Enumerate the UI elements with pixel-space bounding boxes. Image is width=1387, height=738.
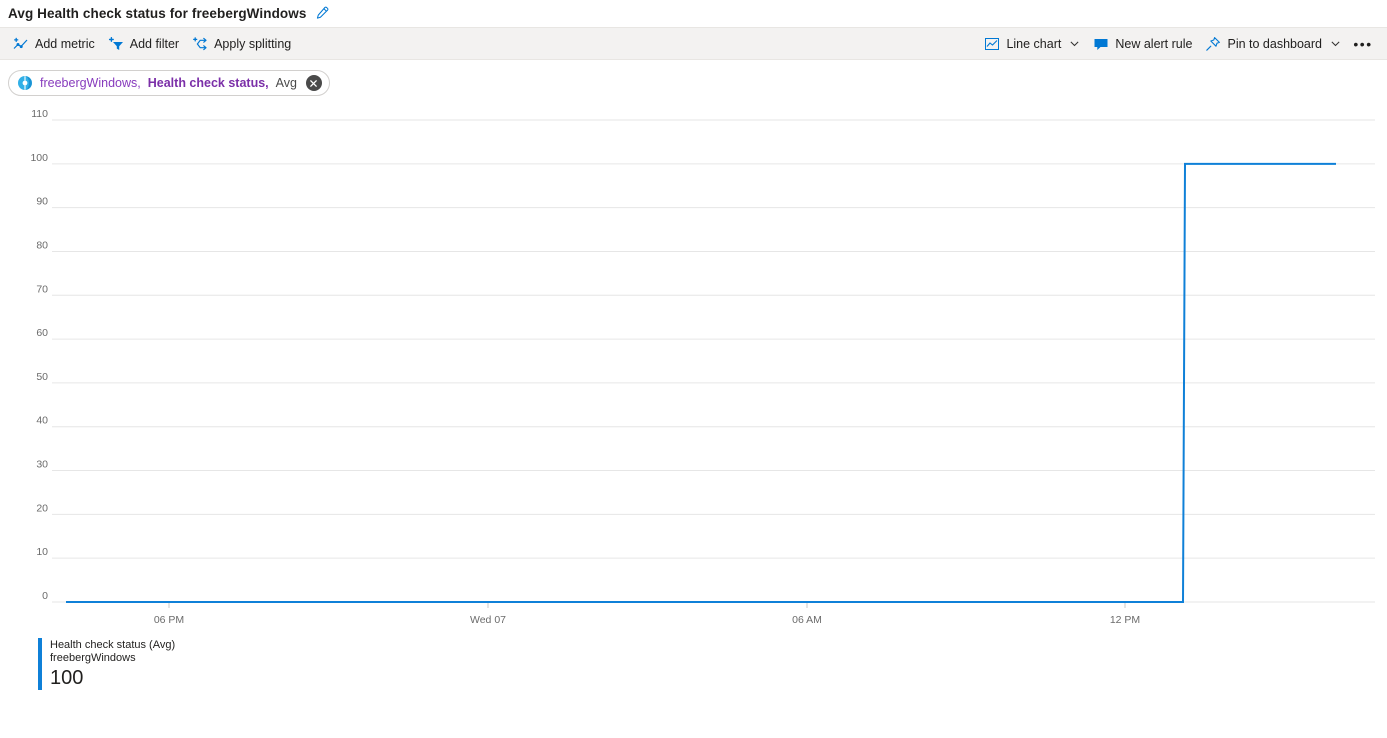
- resource-icon: [17, 75, 33, 91]
- metric-pill-aggregation: Avg: [275, 75, 297, 90]
- pencil-icon[interactable]: [314, 6, 329, 21]
- new-alert-rule-icon: [1093, 36, 1109, 52]
- pin-icon: [1205, 36, 1221, 52]
- y-axis-tick-label: 70: [36, 283, 48, 295]
- chart-y-axis-labels: 0 10 20 30 40 50 60 70 80 90 100 110: [30, 108, 48, 602]
- y-axis-tick-label: 40: [36, 415, 48, 427]
- title-row: Avg Health check status for freebergWind…: [0, 0, 1387, 27]
- y-axis-tick-label: 30: [36, 459, 48, 471]
- toolbar-left-group: Add metric Add filter Apply splitting: [8, 30, 299, 57]
- chart-type-label: Line chart: [1006, 36, 1062, 51]
- new-alert-rule-label: New alert rule: [1115, 36, 1193, 51]
- legend-text-block: Health check status (Avg) freebergWindow…: [50, 638, 175, 690]
- legend-resource-name: freebergWindows: [50, 652, 136, 664]
- y-axis-tick-label: 80: [36, 239, 48, 251]
- add-filter-button[interactable]: Add filter: [103, 30, 187, 57]
- chart-canvas[interactable]: 0102030405060708090100110 06 PM Wed 07 06 …: [0, 104, 1387, 644]
- legend-color-swatch: [38, 638, 42, 690]
- apply-splitting-button[interactable]: Apply splitting: [187, 30, 299, 57]
- metric-pill-resource: freebergWindows,: [40, 75, 141, 90]
- y-axis-tick-label: 110: [31, 108, 48, 120]
- metric-pill-metric: Health check status,: [147, 75, 269, 90]
- apply-splitting-icon: [192, 36, 208, 52]
- metrics-chart[interactable]: 0 10 20 30 40 50 60 70 80 90 100 110 06 PM Wed 07 06 …: [0, 104, 1387, 644]
- more-options-button[interactable]: •••: [1349, 31, 1377, 57]
- chart-gridlines: [52, 119, 1375, 603]
- y-axis-tick-label: 60: [36, 327, 48, 339]
- close-icon[interactable]: [305, 75, 322, 91]
- x-axis-tick-label: 12 PM: [1110, 614, 1140, 626]
- metric-pill-row: freebergWindows, Health check status, Av…: [0, 60, 1387, 104]
- add-metric-icon: [13, 36, 29, 52]
- y-axis-tick-label: 10: [36, 546, 48, 558]
- toolbar-right-group: Line chart New alert rule Pin to dashboa…: [979, 30, 1377, 57]
- chart-type-button[interactable]: Line chart: [979, 30, 1088, 57]
- y-axis-tick-label: 50: [36, 371, 48, 383]
- x-axis-tick-label: 06 AM: [792, 614, 822, 626]
- y-axis-tick-label: 0: [42, 590, 48, 602]
- pin-to-dashboard-label: Pin to dashboard: [1227, 36, 1322, 51]
- chevron-down-icon: [1069, 38, 1080, 49]
- x-axis-tick-label: Wed 07: [470, 614, 506, 626]
- y-axis-tick-label: 20: [36, 502, 48, 514]
- add-filter-label: Add filter: [129, 36, 180, 51]
- chart-x-axis: 06 PM Wed 07 06 AM 12 PM: [154, 602, 1140, 626]
- add-filter-icon: [108, 36, 124, 52]
- metric-pill[interactable]: freebergWindows, Health check status, Av…: [8, 70, 330, 96]
- new-alert-rule-button[interactable]: New alert rule: [1088, 30, 1200, 57]
- x-axis-tick-label: 06 PM: [154, 614, 184, 626]
- add-metric-label: Add metric: [35, 36, 95, 51]
- page-title: Avg Health check status for freebergWind…: [8, 6, 307, 21]
- legend-current-value: 100: [50, 667, 84, 689]
- pin-to-dashboard-button[interactable]: Pin to dashboard: [1200, 30, 1349, 57]
- apply-splitting-label: Apply splitting: [214, 36, 292, 51]
- chevron-down-icon: [1330, 38, 1341, 49]
- chart-legend[interactable]: Health check status (Avg) freebergWindow…: [0, 638, 1387, 690]
- y-axis-tick-label: 90: [36, 196, 48, 208]
- toolbar: Add metric Add filter Apply splitting Li…: [0, 27, 1387, 60]
- line-chart-icon: [984, 36, 1000, 52]
- add-metric-button[interactable]: Add metric: [8, 30, 103, 57]
- y-axis-tick-label: 100: [30, 152, 48, 164]
